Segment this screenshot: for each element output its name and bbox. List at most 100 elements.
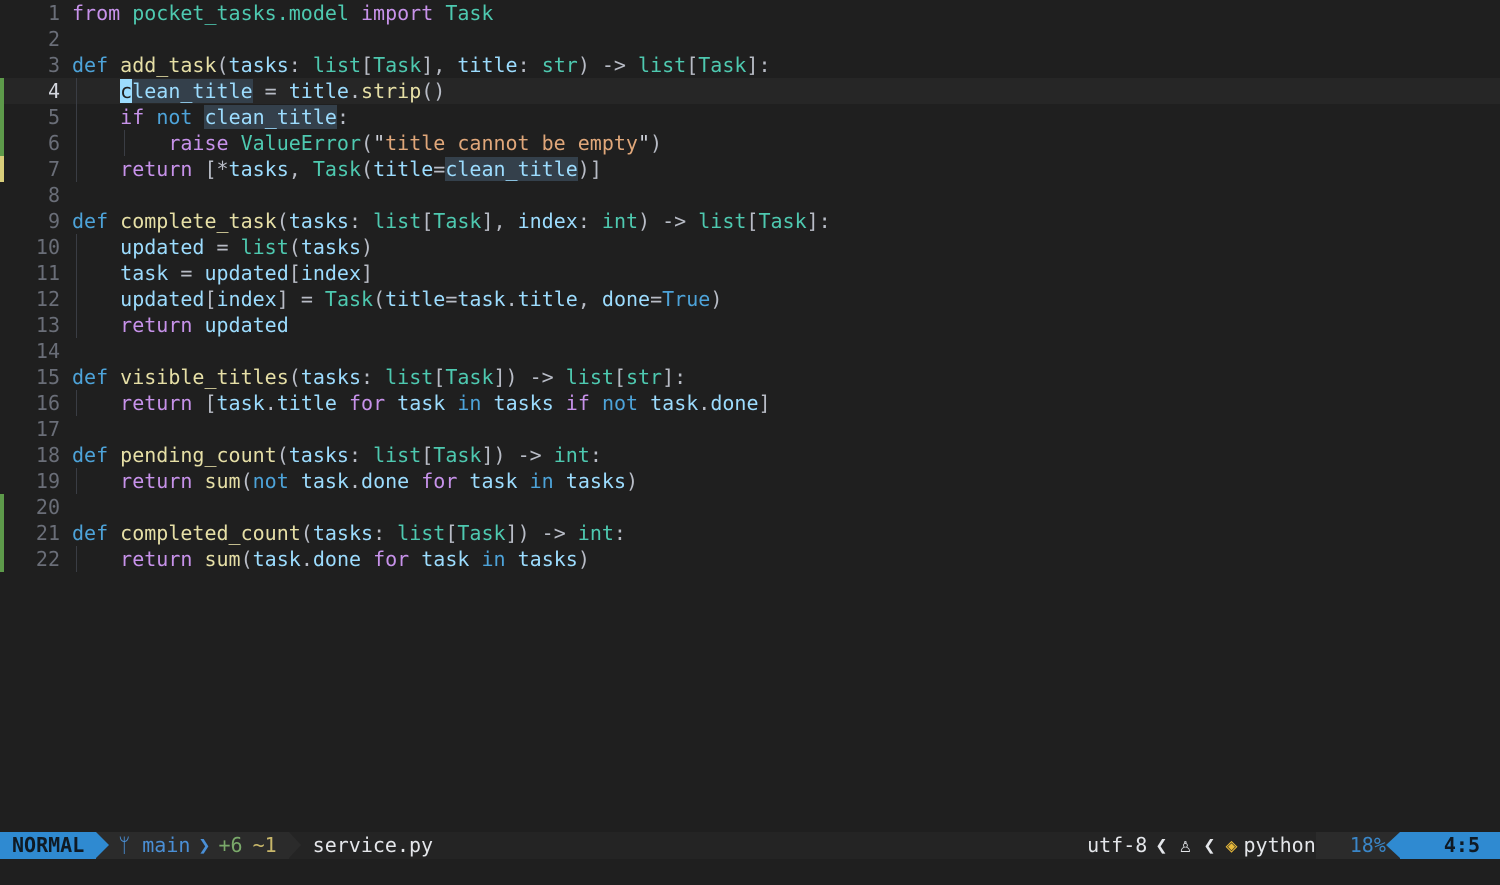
git-segment: ᛘ main ❯ +6 ~1 [96, 832, 276, 859]
code-line[interactable]: 21 def completed_count(tasks: list[Task])… [0, 520, 1500, 546]
code-line[interactable]: 9 def complete_task(tasks: list[Task], in… [0, 208, 1500, 234]
code-token: str [541, 53, 578, 77]
code-token: " [373, 131, 386, 155]
code-line[interactable]: 6 raise ValueError("title cannot be empt… [0, 130, 1500, 156]
code-token: sum [204, 547, 241, 571]
code-token: tasks [517, 547, 578, 571]
code-token: : [361, 365, 386, 389]
code-token: strip [361, 79, 422, 103]
code-line[interactable]: 18 def pending_count(tasks: list[Task]) -… [0, 442, 1500, 468]
code-token: ( [361, 131, 374, 155]
code-token: int [553, 443, 590, 467]
code-token: title [385, 287, 446, 311]
line-code: task = updated[index] [72, 260, 373, 286]
code-line[interactable]: 16 return [task.title for task in tasks … [0, 390, 1500, 416]
code-line[interactable]: 2 [0, 26, 1500, 52]
file-info-segment: utf-8 ❮ ♙ ❮ ◈ python [1087, 832, 1316, 859]
code-token: list [565, 365, 614, 389]
code-token: task [650, 391, 699, 415]
chevron-left-icon: ❮ [1203, 833, 1216, 857]
line-code: def visible_titles(tasks: list[Task]) ->… [72, 364, 686, 390]
code-line[interactable]: 17 [0, 416, 1500, 442]
code-token: for [421, 469, 458, 493]
code-token: . [348, 469, 362, 493]
code-line[interactable]: 22 return sum(task.done for task in task… [0, 546, 1500, 572]
line-number: 20 [35, 495, 60, 519]
code-token: [ [421, 443, 434, 467]
line-number: 12 [35, 287, 60, 311]
code-token: = [650, 287, 663, 311]
code-line[interactable]: 5 if not clean_title: [0, 104, 1500, 130]
code-token: , [288, 157, 313, 181]
code-token: title [288, 79, 349, 103]
code-token: complete_task [120, 209, 277, 233]
line-code: return sum(not task.done for task in tas… [72, 468, 638, 494]
git-sign-empty [0, 52, 10, 78]
code-token: add_task [120, 53, 217, 77]
git-sign-empty [0, 338, 10, 364]
command-line[interactable] [0, 859, 1500, 885]
line-number: 6 [47, 131, 60, 155]
code-token: tasks [300, 235, 362, 259]
code-token: ( [300, 521, 313, 545]
line-number: 5 [47, 105, 60, 129]
code-token: not [156, 105, 193, 129]
code-token: title [457, 53, 518, 77]
code-token: index [216, 287, 277, 311]
code-token: = [252, 79, 289, 103]
code-line[interactable]: 20 [0, 494, 1500, 520]
code-line[interactable]: 15 def visible_titles(tasks: list[Task]) … [0, 364, 1500, 390]
code-line[interactable]: 14 [0, 338, 1500, 364]
code-token: [ [613, 365, 626, 389]
code-token: : [288, 53, 313, 77]
code-token: = [204, 235, 241, 259]
cursor-position: 4:5 [1399, 832, 1500, 859]
code-token: list [698, 209, 747, 233]
line-code: if not clean_title: [72, 104, 349, 130]
status-line: NORMAL ᛘ main ❯ +6 ~1 service.py utf-8 ❮… [0, 832, 1500, 859]
code-line[interactable]: 12 updated[index] = Task(title=task.titl… [0, 286, 1500, 312]
code-token: tasks [493, 391, 554, 415]
file-name: service.py [288, 832, 444, 859]
python-icon: ◈ [1225, 833, 1238, 857]
code-token: tasks [565, 469, 626, 493]
code-token: index [517, 209, 578, 233]
code-line[interactable]: 10 updated = list(tasks) [0, 234, 1500, 260]
code-token: ( [240, 547, 253, 571]
code-line[interactable]: 19 return sum(not task.done for task in … [0, 468, 1500, 494]
git-sign-empty [0, 26, 10, 52]
code-line[interactable]: 8 [0, 182, 1500, 208]
code-token: : [613, 521, 626, 545]
code-token: def [72, 443, 109, 467]
code-token: )] [577, 157, 602, 181]
code-token: True [662, 287, 711, 311]
git-sign-modified [0, 156, 10, 182]
code-line[interactable]: 4 clean_title = title.strip() [0, 78, 1500, 104]
code-token: : [577, 209, 602, 233]
code-token: ] = [276, 287, 325, 311]
code-line[interactable]: 11 task = updated[index] [0, 260, 1500, 286]
line-code: raise ValueError("title cannot be empty"… [72, 130, 662, 156]
git-sign-empty [0, 234, 10, 260]
code-line[interactable]: 1 from pocket_tasks.model import Task [0, 0, 1500, 26]
code-line[interactable]: 7 return [*tasks, Task(title=clean_title… [0, 156, 1500, 182]
code-token: = [445, 287, 458, 311]
editor-buffer[interactable]: 1 from pocket_tasks.model import Task 2 3 de… [0, 0, 1500, 832]
line-code: return [task.title for task in tasks if … [72, 390, 770, 416]
code-token: title [276, 391, 337, 415]
code-token: list [397, 521, 446, 545]
code-line[interactable]: 13 return updated [0, 312, 1500, 338]
code-token: Task [457, 521, 506, 545]
chevron-left-icon: ❮ [1155, 833, 1168, 857]
code-line[interactable]: 3 def add_task(tasks: list[Task], title: … [0, 52, 1500, 78]
